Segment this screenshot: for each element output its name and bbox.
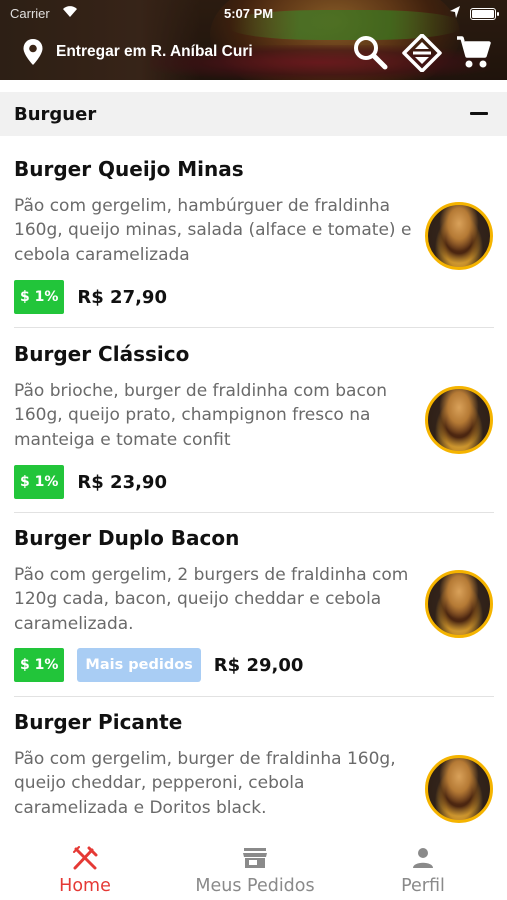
- store-icon: [243, 848, 267, 868]
- sort-icon[interactable]: [402, 33, 442, 76]
- item-name: Burger Duplo Bacon: [14, 526, 240, 550]
- tab-my-orders[interactable]: Meus Pedidos: [170, 830, 340, 900]
- status-bar: Carrier 5:07 PM: [0, 4, 507, 24]
- location-pin-icon: [23, 39, 43, 65]
- tab-home-label: Home: [59, 876, 111, 896]
- item-description: Pão com gergelim, 2 burgers de fraldinha…: [14, 565, 409, 634]
- tab-profile-label: Perfil: [401, 876, 445, 896]
- item-name: Burger Picante: [14, 710, 183, 734]
- price-row: $ 1% R$ 23,90: [14, 465, 167, 499]
- item-description: Pão com gergelim, burger de fraldinha 16…: [14, 749, 396, 818]
- header: Carrier 5:07 PM Entregar em R. Aníbal Cu…: [0, 0, 507, 80]
- cashback-badge: $ 1%: [14, 280, 65, 314]
- item-name: Burger Clássico: [14, 342, 190, 366]
- divider: [14, 512, 494, 513]
- item-price: R$ 29,00: [213, 654, 304, 676]
- wifi-icon: [62, 4, 78, 21]
- price-row: $ 1% Mais pedidos R$ 29,00: [14, 648, 303, 682]
- item-price: R$ 23,90: [77, 471, 167, 493]
- carrier-label: Carrier: [10, 6, 50, 21]
- item-description: Pão brioche, burger de fraldinha com bac…: [14, 381, 387, 450]
- item-thumbnail: [425, 755, 493, 823]
- item-description: Pão com gergelim, hambúrguer de fraldinh…: [14, 196, 412, 265]
- category-header[interactable]: Burguer: [0, 92, 507, 136]
- most-ordered-badge: Mais pedidos: [77, 648, 201, 682]
- cutlery-icon: [73, 846, 98, 870]
- battery-icon: [470, 8, 499, 20]
- search-icon[interactable]: [352, 34, 388, 74]
- delivery-address-text: Entregar em R. Aníbal Curi: [56, 43, 253, 60]
- tab-my-orders-label: Meus Pedidos: [195, 876, 315, 896]
- divider: [14, 696, 494, 697]
- cart-icon[interactable]: [455, 34, 491, 74]
- item-thumbnail: [425, 386, 493, 454]
- category-title: Burguer: [14, 103, 97, 125]
- location-arrow-icon: [449, 5, 461, 22]
- cashback-badge: $ 1%: [14, 648, 65, 682]
- item-thumbnail: [425, 202, 493, 270]
- item-price: R$ 27,90: [77, 286, 167, 308]
- cashback-badge: $ 1%: [14, 465, 65, 499]
- tab-profile[interactable]: Perfil: [380, 830, 466, 900]
- collapse-icon[interactable]: [470, 112, 488, 115]
- tab-home[interactable]: Home: [40, 830, 130, 900]
- person-icon: [413, 848, 433, 868]
- price-row: $ 1% R$ 27,90: [14, 280, 167, 314]
- bottom-tab-bar: Home Meus Pedidos Perfil: [0, 830, 507, 900]
- item-thumbnail: [425, 570, 493, 638]
- clock: 5:07 PM: [224, 6, 274, 21]
- divider: [14, 327, 494, 328]
- item-name: Burger Queijo Minas: [14, 157, 244, 181]
- delivery-address[interactable]: Entregar em R. Aníbal Curi: [22, 38, 253, 66]
